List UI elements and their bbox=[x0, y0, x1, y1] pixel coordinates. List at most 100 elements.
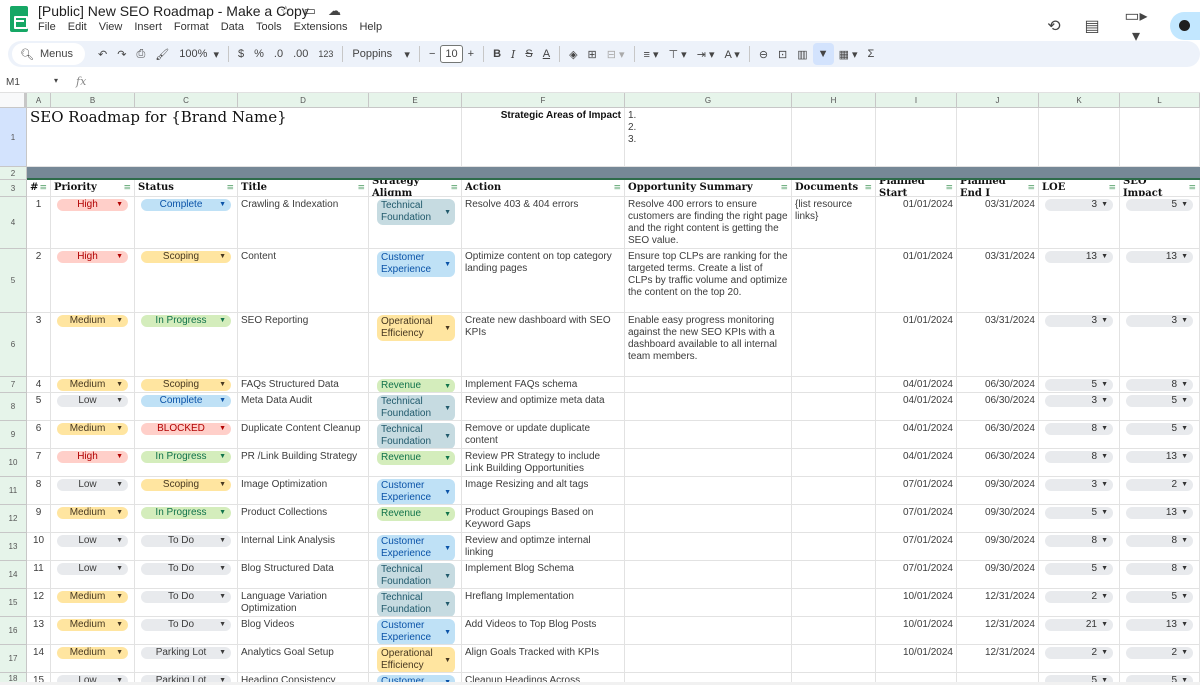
priority-dropdown[interactable]: Medium ▼ bbox=[57, 379, 128, 391]
filter-icon[interactable]: ≡ bbox=[864, 182, 872, 194]
planned-end-cell[interactable]: 03/31/2024 bbox=[957, 249, 1039, 313]
planned-start-cell[interactable]: 07/01/2024 bbox=[876, 561, 957, 589]
column-header-h[interactable]: H bbox=[792, 93, 876, 108]
filter-icon[interactable]: ≡ bbox=[1027, 182, 1035, 194]
seo-impact-cell[interactable]: 8 ▼ bbox=[1120, 561, 1200, 589]
insert-chart-icon[interactable]: ▥ bbox=[792, 43, 812, 65]
row-number-cell[interactable]: 9 bbox=[27, 505, 51, 533]
increase-font-size-button[interactable]: + bbox=[463, 43, 479, 65]
empty-cell[interactable] bbox=[876, 108, 957, 167]
strategy-cell[interactable]: Technical Foundation ▼ bbox=[369, 197, 462, 249]
title-cell[interactable]: Blog Structured Data bbox=[238, 561, 369, 589]
priority-cell[interactable]: Medium ▼ bbox=[51, 617, 135, 645]
percent-format-button[interactable]: % bbox=[249, 43, 269, 65]
row-header-14[interactable]: 14 bbox=[0, 561, 27, 589]
priority-cell[interactable]: Low ▼ bbox=[51, 533, 135, 561]
move-to-folder-icon[interactable]: ▭ bbox=[304, 3, 316, 19]
planned-end-cell[interactable]: 06/30/2024 bbox=[957, 377, 1039, 393]
seo-impact-cell[interactable]: 2 ▼ bbox=[1120, 477, 1200, 505]
loe-dropdown[interactable]: 5 ▼ bbox=[1045, 507, 1113, 519]
loe-cell[interactable]: 2 ▼ bbox=[1039, 645, 1120, 673]
strategy-dropdown[interactable]: Operational Efficiency ▼ bbox=[377, 315, 455, 341]
bold-button[interactable]: B bbox=[488, 43, 506, 65]
status-cell[interactable]: Parking Lot ▼ bbox=[135, 645, 238, 673]
seo-impact-dropdown[interactable]: 5 ▼ bbox=[1126, 199, 1193, 211]
loe-cell[interactable]: 3 ▼ bbox=[1039, 393, 1120, 421]
functions-button[interactable]: Σ bbox=[863, 43, 880, 65]
planned-start-cell[interactable]: 04/01/2024 bbox=[876, 393, 957, 421]
comments-icon[interactable]: ▤ bbox=[1082, 16, 1102, 36]
action-cell[interactable]: Review PR Strategy to include Link Build… bbox=[462, 449, 625, 477]
strategy-dropdown[interactable]: Operational Efficiency ▼ bbox=[377, 647, 455, 672]
documents-cell[interactable] bbox=[792, 313, 876, 377]
loe-dropdown[interactable]: 3 ▼ bbox=[1045, 199, 1113, 211]
status-dropdown[interactable]: In Progress ▼ bbox=[141, 507, 231, 519]
column-header-e[interactable]: E bbox=[369, 93, 462, 108]
menu-data[interactable]: Data bbox=[221, 21, 244, 33]
horizontal-align-icon[interactable]: ≡ ▾ bbox=[639, 43, 664, 65]
action-cell[interactable]: Align Goals Tracked with KPIs bbox=[462, 645, 625, 673]
priority-cell[interactable]: Medium ▼ bbox=[51, 377, 135, 393]
priority-dropdown[interactable]: Medium ▼ bbox=[57, 591, 128, 603]
seo-impact-cell[interactable]: 2 ▼ bbox=[1120, 645, 1200, 673]
priority-cell[interactable]: Low ▼ bbox=[51, 561, 135, 589]
status-dropdown[interactable]: BLOCKED ▼ bbox=[141, 423, 231, 435]
strategy-cell[interactable]: Technical Foundation ▼ bbox=[369, 393, 462, 421]
loe-dropdown[interactable]: 13 ▼ bbox=[1045, 251, 1113, 263]
planned-start-cell[interactable]: 01/01/2024 bbox=[876, 313, 957, 377]
status-cell[interactable]: In Progress ▼ bbox=[135, 449, 238, 477]
strategy-cell[interactable]: Customer Experience ▼ bbox=[369, 617, 462, 645]
action-cell[interactable]: Review and optimize meta data bbox=[462, 393, 625, 421]
documents-cell[interactable] bbox=[792, 589, 876, 617]
opportunity-summary-cell[interactable] bbox=[625, 477, 792, 505]
filter-icon[interactable]: ≡ bbox=[1188, 182, 1196, 194]
action-cell[interactable]: Review and optimze internal linking bbox=[462, 533, 625, 561]
loe-cell[interactable]: 13 ▼ bbox=[1039, 249, 1120, 313]
strategy-cell[interactable]: Technical Foundation ▼ bbox=[369, 421, 462, 449]
documents-cell[interactable] bbox=[792, 617, 876, 645]
planned-start-cell[interactable]: 10/01/2024 bbox=[876, 617, 957, 645]
priority-cell[interactable]: High ▼ bbox=[51, 449, 135, 477]
status-dropdown[interactable]: To Do ▼ bbox=[141, 619, 231, 631]
status-cell[interactable]: BLOCKED ▼ bbox=[135, 421, 238, 449]
row-header-9[interactable]: 9 bbox=[0, 421, 27, 449]
filter-icon[interactable]: ≡ bbox=[945, 182, 953, 194]
status-dropdown[interactable]: Scoping ▼ bbox=[141, 479, 231, 491]
row-header-7[interactable]: 7 bbox=[0, 377, 27, 393]
column-heading[interactable]: SEO Impact ≡ bbox=[1120, 180, 1200, 197]
status-dropdown[interactable]: Scoping ▼ bbox=[141, 251, 231, 263]
decrease-font-size-button[interactable]: − bbox=[424, 43, 440, 65]
column-heading[interactable]: Priority ≡ bbox=[51, 180, 135, 197]
filter-icon[interactable]: ≡ bbox=[450, 182, 458, 194]
title-cell[interactable]: Blog Videos bbox=[238, 617, 369, 645]
seo-impact-dropdown[interactable]: 8 ▼ bbox=[1126, 563, 1193, 575]
title-cell[interactable]: Analytics Goal Setup bbox=[238, 645, 369, 673]
strategy-dropdown[interactable]: Revenue ▼ bbox=[377, 507, 455, 521]
font-size-input[interactable]: 10 bbox=[440, 45, 463, 63]
opportunity-summary-cell[interactable] bbox=[625, 377, 792, 393]
documents-cell[interactable] bbox=[792, 561, 876, 589]
column-heading[interactable]: Action ≡ bbox=[462, 180, 625, 197]
strategy-cell[interactable]: Customer Experience ▼ bbox=[369, 249, 462, 313]
priority-dropdown[interactable]: Low ▼ bbox=[57, 535, 128, 547]
strategy-cell[interactable]: Technical Foundation ▼ bbox=[369, 589, 462, 617]
planned-start-cell[interactable]: 01/01/2024 bbox=[876, 197, 957, 249]
menu-file[interactable]: File bbox=[38, 21, 56, 33]
more-formats-button[interactable]: 123 bbox=[313, 43, 338, 65]
row-header-5[interactable]: 5 bbox=[0, 249, 27, 313]
planned-end-cell[interactable]: 09/30/2024 bbox=[957, 505, 1039, 533]
select-all-corner[interactable] bbox=[0, 93, 27, 108]
row-header-16[interactable]: 16 bbox=[0, 617, 27, 645]
column-header-a[interactable]: A bbox=[27, 93, 51, 108]
title-cell[interactable]: PR /Link Building Strategy bbox=[238, 449, 369, 477]
priority-dropdown[interactable]: Low ▼ bbox=[57, 563, 128, 575]
empty-cell[interactable] bbox=[957, 108, 1039, 167]
strategy-dropdown[interactable]: Customer Experience ▼ bbox=[377, 479, 455, 504]
seo-impact-dropdown[interactable]: 5 ▼ bbox=[1126, 591, 1193, 603]
strategy-dropdown[interactable]: Customer Experience ▼ bbox=[377, 251, 455, 277]
column-header-c[interactable]: C bbox=[135, 93, 238, 108]
redo-icon[interactable]: ↷ bbox=[112, 43, 131, 65]
row-header-4[interactable]: 4 bbox=[0, 197, 27, 249]
row-number-cell[interactable]: 11 bbox=[27, 561, 51, 589]
status-dropdown[interactable]: Complete ▼ bbox=[141, 395, 231, 407]
